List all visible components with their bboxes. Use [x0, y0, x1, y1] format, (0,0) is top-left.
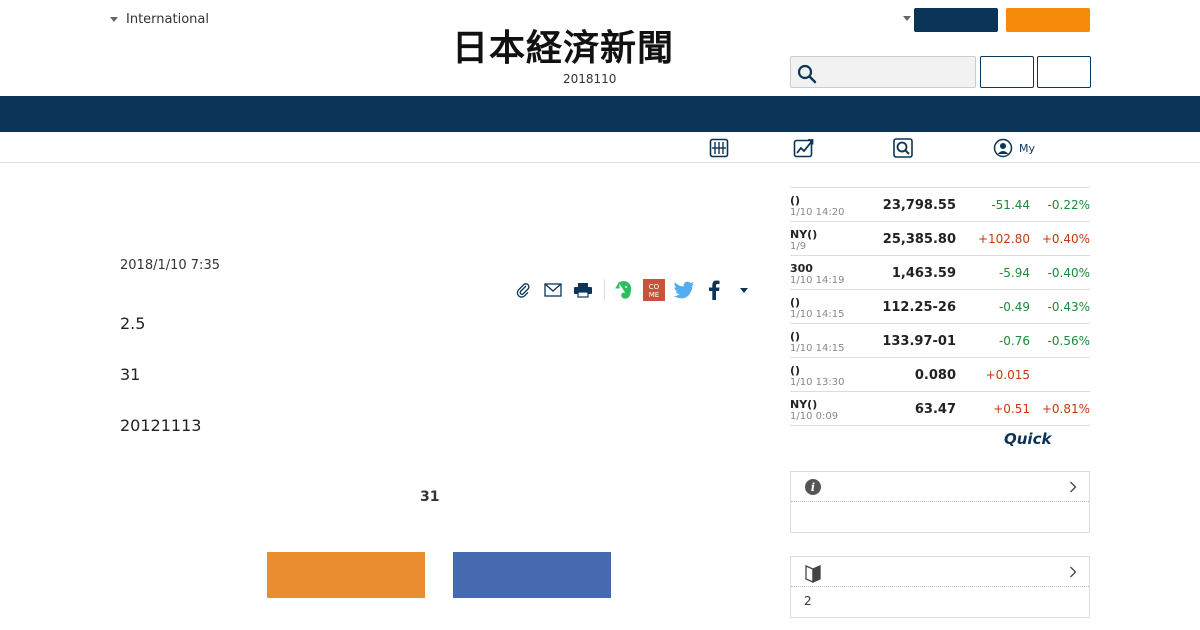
market-change: -0.49: [998, 300, 1030, 314]
share-bar: CO ME: [512, 278, 755, 302]
market-time: 1/10 0:09: [790, 411, 839, 422]
market-name: NY(): [790, 398, 818, 411]
user-icon: [993, 138, 1013, 158]
search-icon[interactable]: [797, 64, 817, 84]
market-name: (): [790, 194, 801, 207]
search-icon: [893, 138, 913, 158]
print-icon[interactable]: [572, 279, 594, 301]
market-row[interactable]: () 1/10 13:30 0.080 +0.015: [790, 358, 1090, 392]
market-value: 23,798.55: [882, 198, 956, 213]
market-row[interactable]: NY() 1/9 25,385.80 +102.80 +0.40%: [790, 222, 1090, 256]
subnav-item-search[interactable]: [893, 138, 913, 158]
info-box: i: [790, 471, 1090, 533]
subnav-item-markets[interactable]: [793, 138, 815, 158]
twitter-icon[interactable]: [673, 279, 695, 301]
market-value: 0.080: [914, 368, 956, 383]
market-row[interactable]: NY() 1/10 0:09 63.47 +0.51 +0.81%: [790, 392, 1090, 426]
market-percent: -0.22%: [1047, 198, 1090, 212]
market-time: 1/9: [790, 241, 807, 252]
market-value: 133.97-01: [882, 334, 956, 349]
subnav-item-my[interactable]: My: [993, 138, 1035, 158]
market-change: +102.80: [977, 232, 1030, 246]
market-change: -51.44: [991, 198, 1030, 212]
more-share-icon[interactable]: [733, 279, 755, 301]
market-percent: -0.56%: [1047, 334, 1090, 348]
market-time: 1/10 14:20: [790, 207, 845, 218]
market-name: NY(): [790, 228, 818, 241]
clip-icon[interactable]: [512, 279, 534, 301]
search-box[interactable]: [790, 56, 976, 88]
newspaper-icon: [709, 138, 729, 158]
edition-selector[interactable]: International: [110, 12, 209, 27]
article-paragraph: 31: [120, 365, 141, 384]
market-time: 1/10 13:30: [790, 377, 845, 388]
market-change: -5.94: [998, 266, 1030, 280]
market-name: 300: [790, 262, 813, 275]
market-time: 1/10 14:15: [790, 309, 845, 320]
market-percent: +0.81%: [1041, 402, 1090, 416]
logo-text: 日本経済新聞: [452, 27, 675, 69]
caret-down-icon: [110, 17, 118, 22]
chart-icon: [793, 139, 814, 158]
market-value: 112.25-26: [882, 300, 956, 315]
market-row[interactable]: 300 1/10 14:19 1,463.59 -5.94 -0.40%: [790, 256, 1090, 290]
market-time: 1/10 14:19: [790, 275, 845, 286]
market-percent: +0.40%: [1041, 232, 1090, 246]
beginner-mark-icon: [805, 565, 821, 583]
header-button-1[interactable]: [980, 56, 1034, 88]
caret-down-icon[interactable]: [903, 16, 911, 21]
login-button[interactable]: [914, 8, 998, 32]
header-button-2[interactable]: [1037, 56, 1091, 88]
mail-icon[interactable]: [542, 279, 564, 301]
market-value: 63.47: [914, 402, 956, 417]
market-row[interactable]: () 1/10 14:20 23,798.55 -51.44 -0.22%: [790, 188, 1090, 222]
svg-text:CO: CO: [649, 283, 660, 291]
market-name: (): [790, 296, 801, 309]
article-paragraph: 20121113: [120, 416, 202, 435]
subscribe-button[interactable]: [1006, 8, 1090, 32]
article-paragraph: 2.5: [120, 314, 146, 333]
info-box-body: [791, 502, 1089, 532]
chart-bar-2: [453, 552, 611, 598]
market-value: 1,463.59: [891, 266, 956, 281]
svg-text:ME: ME: [649, 291, 659, 299]
come-icon[interactable]: CO ME: [643, 279, 665, 301]
sub-nav: My: [0, 132, 1200, 163]
market-percent: -0.40%: [1047, 266, 1090, 280]
market-percent: -0.43%: [1047, 300, 1090, 314]
svg-text:i: i: [811, 481, 815, 494]
edition-label: International: [126, 12, 209, 27]
quick-logo[interactable]: Quick: [1004, 430, 1051, 448]
chevron-right-icon: [1070, 566, 1077, 578]
chart-bar-1: [267, 552, 425, 598]
market-name: (): [790, 330, 801, 343]
search-input[interactable]: [819, 57, 973, 87]
chart-title: 31: [420, 489, 440, 505]
info-icon: i: [805, 479, 821, 495]
beginner-box-body: 2: [791, 587, 1089, 617]
market-row[interactable]: () 1/10 14:15 112.25-26 -0.49 -0.43%: [790, 290, 1090, 324]
market-change: -0.76: [998, 334, 1030, 348]
market-name: (): [790, 364, 801, 377]
beginner-box: 2: [790, 556, 1090, 618]
article-date: 2018/1/10 7:35: [120, 258, 220, 273]
market-change: +0.51: [993, 402, 1030, 416]
subnav-item-paper[interactable]: [709, 138, 729, 158]
subnav-my-label: My: [1019, 141, 1036, 155]
market-time: 1/10 14:15: [790, 343, 845, 354]
evernote-icon[interactable]: [613, 279, 635, 301]
main-nav: [0, 96, 1200, 132]
chevron-right-icon: [1070, 481, 1077, 493]
facebook-icon[interactable]: [703, 279, 725, 301]
market-table: () 1/10 14:20 23,798.55 -51.44 -0.22% NY() 1/9…: [790, 187, 1090, 426]
market-value: 25,385.80: [882, 232, 956, 247]
beginner-box-header[interactable]: [791, 557, 1089, 587]
header-date: 2018110: [563, 72, 617, 86]
beginner-box-text: 2: [804, 594, 812, 608]
info-box-header[interactable]: i: [791, 472, 1089, 502]
market-row[interactable]: () 1/10 14:15 133.97-01 -0.76 -0.56%: [790, 324, 1090, 358]
share-divider: [604, 279, 605, 301]
market-change: +0.015: [985, 368, 1030, 382]
site-logo[interactable]: 日本経済新聞: [452, 28, 748, 70]
